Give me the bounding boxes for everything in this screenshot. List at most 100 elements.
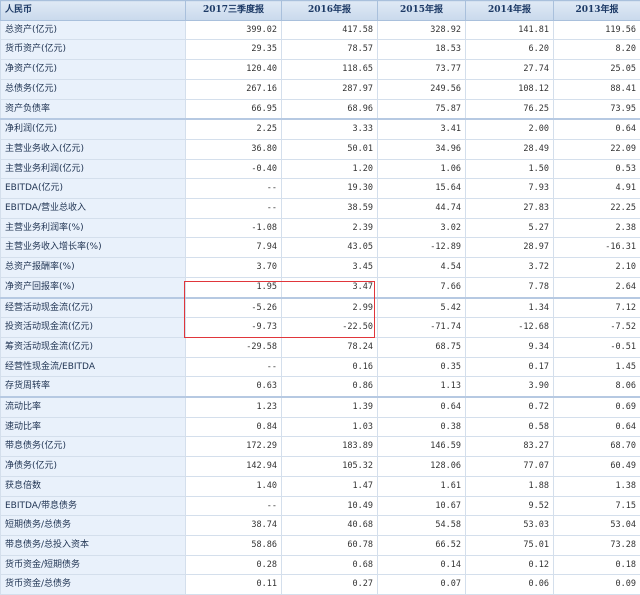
value-cell: 36.80 [186, 139, 282, 159]
value-cell: 1.20 [282, 159, 378, 179]
value-cell: 50.01 [282, 139, 378, 159]
row-label: 净债务(亿元) [1, 457, 186, 477]
value-cell: 2.99 [282, 298, 378, 318]
row-label: EBITDA/营业总收入 [1, 199, 186, 219]
value-cell: 267.16 [186, 79, 282, 99]
value-cell: 0.07 [378, 575, 466, 595]
period-header: 2016年报 [282, 1, 378, 21]
financial-indicators-table: 人民币 2017三季度报 2016年报 2015年报 2014年报 2013年报… [0, 0, 640, 595]
row-label: 净资产(亿元) [1, 60, 186, 80]
value-cell: -0.40 [186, 159, 282, 179]
value-cell: 328.92 [378, 20, 466, 40]
row-label: 主营业务利润(亿元) [1, 159, 186, 179]
table-row: 主营业务利润(亿元)-0.401.201.061.500.53 [1, 159, 640, 179]
value-cell: 68.96 [282, 99, 378, 119]
value-cell: 1.88 [466, 476, 554, 496]
period-header: 2017三季度报 [186, 1, 282, 21]
table-row: 投资活动现金流(亿元)-9.73-22.50-71.74-12.68-7.52 [1, 318, 640, 338]
value-cell: 22.25 [554, 199, 640, 219]
table-row: 经营活动现金流(亿元)-5.262.995.421.347.12 [1, 298, 640, 318]
value-cell: 0.58 [466, 417, 554, 437]
value-cell: 18.53 [378, 40, 466, 60]
value-cell: 68.70 [554, 437, 640, 457]
value-cell: 38.59 [282, 199, 378, 219]
value-cell: 0.38 [378, 417, 466, 437]
value-cell: 44.74 [378, 199, 466, 219]
value-cell: 249.56 [378, 79, 466, 99]
value-cell: 2.64 [554, 277, 640, 297]
value-cell: 7.12 [554, 298, 640, 318]
row-label: 筹资活动现金流(亿元) [1, 337, 186, 357]
table-row: 净债务(亿元)142.94105.32128.0677.0760.49 [1, 457, 640, 477]
table-row: 资产负债率66.9568.9675.8776.2573.95 [1, 99, 640, 119]
value-cell: -7.52 [554, 318, 640, 338]
value-cell: 68.75 [378, 337, 466, 357]
table-row: 流动比率1.231.390.640.720.69 [1, 397, 640, 417]
table-row: EBITDA/带息债务--10.4910.679.527.15 [1, 496, 640, 516]
table-row: 带息债务/总投入资本58.8660.7866.5275.0173.28 [1, 535, 640, 555]
row-label: 主营业务收入(亿元) [1, 139, 186, 159]
value-cell: 34.96 [378, 139, 466, 159]
value-cell: 1.13 [378, 377, 466, 397]
value-cell: 38.74 [186, 516, 282, 536]
row-label: 资产负债率 [1, 99, 186, 119]
value-cell: 0.16 [282, 357, 378, 377]
table-row: 总资产(亿元)399.02417.58328.92141.81119.56 [1, 20, 640, 40]
value-cell: 43.05 [282, 238, 378, 258]
value-cell: 128.06 [378, 457, 466, 477]
row-label: EBITDA/带息债务 [1, 496, 186, 516]
value-cell: 0.06 [466, 575, 554, 595]
row-label: 带息债务(亿元) [1, 437, 186, 457]
value-cell: 0.14 [378, 555, 466, 575]
value-cell: 0.18 [554, 555, 640, 575]
table-row: 短期债务/总债务38.7440.6854.5853.0353.04 [1, 516, 640, 536]
value-cell: 0.35 [378, 357, 466, 377]
table-row: 经营性现金流/EBITDA--0.160.350.171.45 [1, 357, 640, 377]
value-cell: 7.94 [186, 238, 282, 258]
value-cell: 8.06 [554, 377, 640, 397]
value-cell: 7.78 [466, 277, 554, 297]
value-cell: 8.20 [554, 40, 640, 60]
value-cell: 417.58 [282, 20, 378, 40]
row-label: 获息倍数 [1, 476, 186, 496]
value-cell: 7.93 [466, 179, 554, 199]
value-cell: 0.84 [186, 417, 282, 437]
value-cell: -- [186, 357, 282, 377]
value-cell: 9.34 [466, 337, 554, 357]
value-cell: 60.49 [554, 457, 640, 477]
table-row: 净资产(亿元)120.40118.6573.7727.7425.05 [1, 60, 640, 80]
value-cell: 10.67 [378, 496, 466, 516]
value-cell: 118.65 [282, 60, 378, 80]
value-cell: 76.25 [466, 99, 554, 119]
value-cell: 75.01 [466, 535, 554, 555]
value-cell: -12.68 [466, 318, 554, 338]
table-row: EBITDA(亿元)--19.3015.647.934.91 [1, 179, 640, 199]
value-cell: 108.12 [466, 79, 554, 99]
value-cell: 3.33 [282, 119, 378, 139]
value-cell: 22.09 [554, 139, 640, 159]
value-cell: 0.09 [554, 575, 640, 595]
value-cell: 4.91 [554, 179, 640, 199]
table-row: 存货周转率0.630.861.133.908.06 [1, 377, 640, 397]
row-label: EBITDA(亿元) [1, 179, 186, 199]
period-header: 2015年报 [378, 1, 466, 21]
value-cell: 7.15 [554, 496, 640, 516]
value-cell: 5.27 [466, 218, 554, 238]
value-cell: 2.10 [554, 258, 640, 278]
value-cell: 1.61 [378, 476, 466, 496]
value-cell: 66.52 [378, 535, 466, 555]
value-cell: 0.86 [282, 377, 378, 397]
row-label: 主营业务收入增长率(%) [1, 238, 186, 258]
row-label: 短期债务/总债务 [1, 516, 186, 536]
row-label: 带息债务/总投入资本 [1, 535, 186, 555]
value-cell: 3.41 [378, 119, 466, 139]
table-row: 净资产回报率(%)1.953.477.667.782.64 [1, 277, 640, 297]
value-cell: -1.08 [186, 218, 282, 238]
value-cell: 2.39 [282, 218, 378, 238]
table-row: EBITDA/营业总收入--38.5944.7427.8322.25 [1, 199, 640, 219]
row-label: 净资产回报率(%) [1, 277, 186, 297]
value-cell: 2.38 [554, 218, 640, 238]
row-label: 经营活动现金流(亿元) [1, 298, 186, 318]
value-cell: 0.64 [554, 417, 640, 437]
value-cell: 0.72 [466, 397, 554, 417]
